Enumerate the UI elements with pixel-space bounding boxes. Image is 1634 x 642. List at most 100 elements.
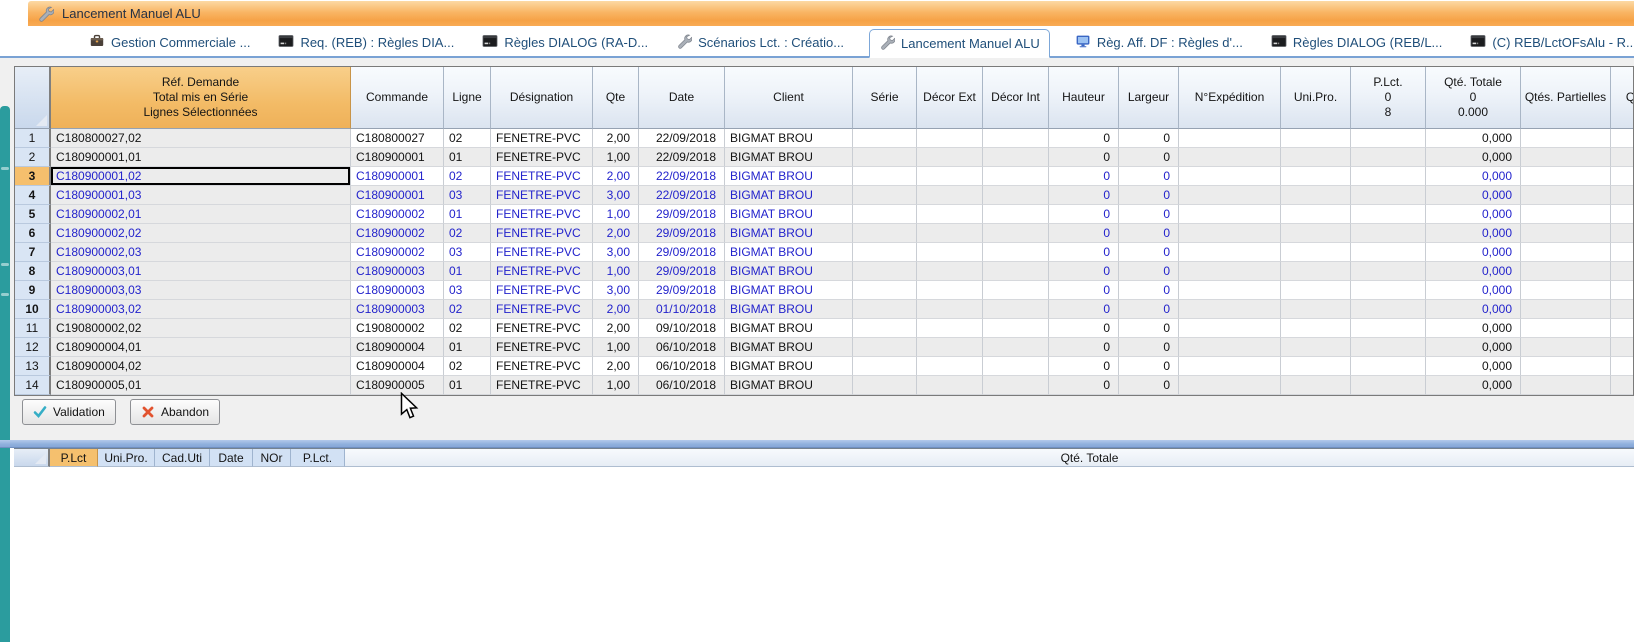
cell-uni-pro[interactable] <box>1281 167 1351 186</box>
bottom-tab-date[interactable]: Date <box>210 449 253 467</box>
row-number[interactable]: 8 <box>15 262 51 281</box>
column-header-uni-pro[interactable]: Uni.Pro. <box>1281 67 1351 129</box>
cell-decor-int[interactable] <box>983 243 1049 262</box>
cell-largeur[interactable]: 0 <box>1119 205 1179 224</box>
cell-largeur[interactable]: 0 <box>1119 300 1179 319</box>
cell-uni-pro[interactable] <box>1281 281 1351 300</box>
cell-date[interactable]: 09/10/2018 <box>639 319 725 338</box>
cell-qte[interactable]: 1,00 <box>593 338 639 357</box>
cell-ref-demande[interactable]: C180900003,02 <box>51 300 351 319</box>
cell-uni-pro[interactable] <box>1281 376 1351 395</box>
cell-hauteur[interactable]: 0 <box>1049 376 1119 395</box>
cell-ref-demande[interactable]: C180900003,01 <box>51 262 351 281</box>
cell-decor-int[interactable] <box>983 224 1049 243</box>
cell-decor-ext[interactable] <box>917 167 983 186</box>
cell-decor-int[interactable] <box>983 338 1049 357</box>
cell-ref-demande[interactable]: C180900001,01 <box>51 148 351 167</box>
cell-n-expedition[interactable] <box>1179 319 1281 338</box>
cell-qte-totale[interactable]: 0,000 <box>1426 338 1521 357</box>
cell-p-lct[interactable] <box>1351 224 1426 243</box>
column-header-ref-demande[interactable]: Réf. Demande Total mis en Série Lignes S… <box>51 67 351 129</box>
column-header-qte-totale-bottom[interactable]: Qté. Totale <box>345 449 1634 467</box>
cell-hauteur[interactable]: 0 <box>1049 243 1119 262</box>
cell-decor-int[interactable] <box>983 376 1049 395</box>
cell-ligne[interactable]: 01 <box>444 205 491 224</box>
cell-decor-int[interactable] <box>983 205 1049 224</box>
cell-designation[interactable]: FENETRE-PVC <box>491 243 593 262</box>
column-header-q-partial[interactable]: Q <box>1611 67 1634 129</box>
cell-qtes-partielles[interactable] <box>1521 205 1611 224</box>
cell-date[interactable]: 29/09/2018 <box>639 262 725 281</box>
cell-serie[interactable] <box>853 243 917 262</box>
cell-date[interactable]: 29/09/2018 <box>639 224 725 243</box>
cell-decor-ext[interactable] <box>917 148 983 167</box>
cell-commande[interactable]: C180900001 <box>351 148 444 167</box>
cell-q-partial[interactable] <box>1611 129 1634 148</box>
row-number[interactable]: 2 <box>15 148 51 167</box>
cell-client[interactable]: BIGMAT BROU <box>725 262 853 281</box>
cell-serie[interactable] <box>853 186 917 205</box>
bottom-tab-cad-uti[interactable]: Cad.Uti <box>155 449 210 467</box>
cell-p-lct[interactable] <box>1351 243 1426 262</box>
cell-largeur[interactable]: 0 <box>1119 148 1179 167</box>
cell-q-partial[interactable] <box>1611 148 1634 167</box>
cell-p-lct[interactable] <box>1351 338 1426 357</box>
cell-designation[interactable]: FENETRE-PVC <box>491 224 593 243</box>
cell-serie[interactable] <box>853 129 917 148</box>
cell-decor-int[interactable] <box>983 186 1049 205</box>
cell-designation[interactable]: FENETRE-PVC <box>491 300 593 319</box>
cell-uni-pro[interactable] <box>1281 300 1351 319</box>
bottom-tab-p-lct-2[interactable]: P.Lct. <box>291 449 345 467</box>
cell-n-expedition[interactable] <box>1179 186 1281 205</box>
cell-qte[interactable]: 2,00 <box>593 224 639 243</box>
cell-n-expedition[interactable] <box>1179 376 1281 395</box>
cell-ligne[interactable]: 01 <box>444 148 491 167</box>
docked-panel-edge[interactable] <box>0 106 10 642</box>
cell-qte-totale[interactable]: 0,000 <box>1426 281 1521 300</box>
cell-ligne[interactable]: 02 <box>444 129 491 148</box>
cell-qtes-partielles[interactable] <box>1521 243 1611 262</box>
cell-largeur[interactable]: 0 <box>1119 376 1179 395</box>
cell-qte[interactable]: 2,00 <box>593 319 639 338</box>
cell-commande[interactable]: C190800002 <box>351 319 444 338</box>
cell-commande[interactable]: C180900001 <box>351 167 444 186</box>
cell-client[interactable]: BIGMAT BROU <box>725 205 853 224</box>
cell-uni-pro[interactable] <box>1281 262 1351 281</box>
cell-decor-int[interactable] <box>983 262 1049 281</box>
cell-date[interactable]: 22/09/2018 <box>639 148 725 167</box>
cell-qte[interactable]: 3,00 <box>593 186 639 205</box>
cell-qte[interactable]: 1,00 <box>593 376 639 395</box>
cell-n-expedition[interactable] <box>1179 281 1281 300</box>
row-number[interactable]: 6 <box>15 224 51 243</box>
cell-uni-pro[interactable] <box>1281 129 1351 148</box>
cell-commande[interactable]: C180900002 <box>351 243 444 262</box>
cell-ligne[interactable]: 01 <box>444 338 491 357</box>
cell-qte-totale[interactable]: 0,000 <box>1426 224 1521 243</box>
cell-q-partial[interactable] <box>1611 281 1634 300</box>
cell-p-lct[interactable] <box>1351 376 1426 395</box>
cell-date[interactable]: 06/10/2018 <box>639 338 725 357</box>
cell-q-partial[interactable] <box>1611 262 1634 281</box>
cell-ligne[interactable]: 02 <box>444 319 491 338</box>
cell-decor-ext[interactable] <box>917 224 983 243</box>
cell-decor-ext[interactable] <box>917 243 983 262</box>
cell-commande[interactable]: C180800027 <box>351 129 444 148</box>
row-number[interactable]: 1 <box>15 129 51 148</box>
cell-n-expedition[interactable] <box>1179 167 1281 186</box>
cell-q-partial[interactable] <box>1611 376 1634 395</box>
cell-client[interactable]: BIGMAT BROU <box>725 167 853 186</box>
cell-q-partial[interactable] <box>1611 357 1634 376</box>
cell-hauteur[interactable]: 0 <box>1049 205 1119 224</box>
column-header-client[interactable]: Client <box>725 67 853 129</box>
cell-serie[interactable] <box>853 167 917 186</box>
cell-designation[interactable]: FENETRE-PVC <box>491 148 593 167</box>
cell-uni-pro[interactable] <box>1281 338 1351 357</box>
cell-decor-ext[interactable] <box>917 338 983 357</box>
tab-reg-aff-df[interactable]: Règ. Aff. DF : Règles d'... <box>1072 28 1246 56</box>
cell-qtes-partielles[interactable] <box>1521 357 1611 376</box>
cell-qte[interactable]: 1,00 <box>593 205 639 224</box>
cell-client[interactable]: BIGMAT BROU <box>725 186 853 205</box>
cell-qtes-partielles[interactable] <box>1521 148 1611 167</box>
cell-client[interactable]: BIGMAT BROU <box>725 338 853 357</box>
cell-hauteur[interactable]: 0 <box>1049 281 1119 300</box>
